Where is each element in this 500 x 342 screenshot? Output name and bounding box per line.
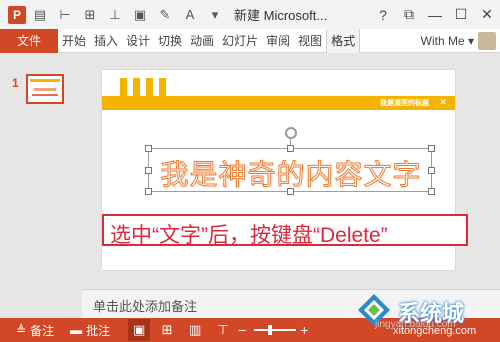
align-left-icon[interactable]: ⊢ xyxy=(54,4,76,26)
avatar[interactable] xyxy=(478,32,496,50)
slide-number: 1 xyxy=(12,76,19,90)
comments-button[interactable]: ▬ 批注 xyxy=(70,322,110,339)
window-controls: ? ⧉ — ☐ ✕ xyxy=(370,0,500,29)
dropdown-icon[interactable]: ▾ xyxy=(204,4,226,26)
help-icon[interactable]: ? xyxy=(370,7,396,23)
thumbnail-bar xyxy=(30,79,60,82)
notes-placeholder: 单击此处添加备注 xyxy=(93,299,198,314)
ribbon-tabs: 文件 开始 插入 设计 切换 动画 幻灯片 审阅 视图 格式 With Me ▾ xyxy=(0,28,500,53)
bar-title-text: 我是漂亮的标题 xyxy=(380,100,429,107)
slideshow-icon[interactable]: ⊤ xyxy=(212,319,234,341)
zoom-out-icon[interactable]: − xyxy=(238,322,246,338)
notes-button[interactable]: ≜ 备注 xyxy=(16,322,54,339)
slide-thumbnail-pane: 1 xyxy=(0,54,82,318)
font-color-icon[interactable]: A xyxy=(179,4,201,26)
resize-handle[interactable] xyxy=(145,145,152,152)
thumbnail-instruction xyxy=(32,94,58,96)
powerpoint-window: P ▤ ⊢ ⊞ ⊥ ▣ ✎ A ▾ 新建 Microsoft... ? ⧉ — … xyxy=(0,0,500,342)
zoom-in-icon[interactable]: + xyxy=(300,322,308,338)
notes-label: 备注 xyxy=(30,323,55,338)
instruction-text: 选中“文字”后，按键盘“Delete” xyxy=(110,224,388,247)
zoom-slider[interactable] xyxy=(254,325,297,335)
maximize-icon[interactable]: ☐ xyxy=(448,6,474,23)
bar-cross-icon: ✕ xyxy=(439,97,447,107)
tab-format[interactable]: 格式 xyxy=(326,28,361,53)
tab-view[interactable]: 视图 xyxy=(294,29,326,53)
tab-insert[interactable]: 插入 xyxy=(90,29,122,53)
slide-thumbnail[interactable] xyxy=(26,74,64,104)
rotate-handle[interactable] xyxy=(285,127,297,139)
tab-animations[interactable]: 动画 xyxy=(186,29,218,53)
title-bar-decoration: ✕ 我是漂亮的标题 ✕ xyxy=(102,96,455,110)
format-painter-icon[interactable]: ✎ xyxy=(154,4,176,26)
tab-slideshow[interactable]: 幻灯片 xyxy=(218,29,262,53)
selected-textbox[interactable]: 我是神奇的内容文字 xyxy=(145,127,435,195)
user-name-label: With Me xyxy=(420,34,465,48)
reading-view-icon[interactable]: ▥ xyxy=(184,319,206,341)
tab-home[interactable]: 开始 xyxy=(58,29,90,53)
title-bar: P ▤ ⊢ ⊞ ⊥ ▣ ✎ A ▾ 新建 Microsoft... ? ⧉ — … xyxy=(0,0,500,29)
instruction-callout: 选中“文字”后，按键盘“Delete” xyxy=(102,214,468,247)
tab-review[interactable]: 审阅 xyxy=(262,29,294,53)
restore-ribbon-icon[interactable]: ⧉ xyxy=(396,6,422,23)
close-icon[interactable]: ✕ xyxy=(474,6,500,23)
thumbnail-text xyxy=(34,88,56,91)
content-text[interactable]: 我是神奇的内容文字 xyxy=(149,153,433,193)
notes-icon: ≜ xyxy=(16,323,27,337)
watermark-url: xitongcheng.com xyxy=(393,325,477,337)
present-icon[interactable]: ⊞ xyxy=(79,4,101,26)
tab-transitions[interactable]: 切换 xyxy=(154,29,186,53)
slide-editor: ✕ 我是漂亮的标题 ✕ 我是神奇的内容文字 选中“文字”后，按键盘“Delete… xyxy=(82,54,500,288)
comments-label: 批注 xyxy=(86,323,111,338)
tab-file[interactable]: 文件 xyxy=(0,28,58,53)
slide-sorter-icon[interactable]: ⊞ xyxy=(156,319,178,341)
document-title: 新建 Microsoft... xyxy=(234,8,328,23)
tab-design[interactable]: 设计 xyxy=(122,29,154,53)
powerpoint-logo-icon[interactable]: P xyxy=(8,5,26,24)
minimize-icon[interactable]: — xyxy=(422,7,448,23)
layout-icon[interactable]: ▣ xyxy=(129,4,151,26)
normal-view-icon[interactable]: ▣ xyxy=(128,319,151,341)
save-icon[interactable]: ▤ xyxy=(29,4,51,26)
resize-handle[interactable] xyxy=(428,145,435,152)
align-center-icon[interactable]: ⊥ xyxy=(104,4,126,26)
comment-icon: ▬ xyxy=(70,323,83,337)
user-name[interactable]: With Me ▾ xyxy=(421,29,474,53)
zoom-knob[interactable] xyxy=(268,325,273,335)
resize-handle[interactable] xyxy=(287,145,294,152)
